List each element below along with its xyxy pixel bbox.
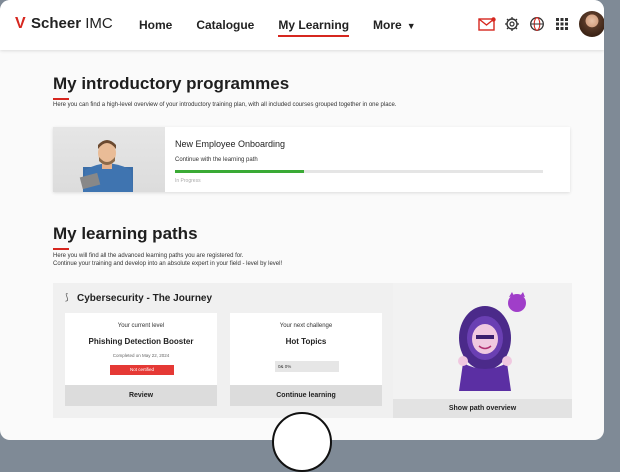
onboarding-image bbox=[53, 127, 165, 192]
next-challenge-panel: Your next challenge Hot Topics 0& 0% Con… bbox=[230, 313, 382, 406]
nav-catalogue[interactable]: Catalogue bbox=[196, 18, 254, 32]
chevron-down-icon: ▼ bbox=[406, 21, 416, 31]
onboarding-progress-bar bbox=[175, 170, 543, 173]
paths-description-1: Here you will find all the advanced lear… bbox=[53, 253, 244, 259]
current-level-completed: Completed on May 22, 2024 bbox=[112, 353, 170, 358]
current-level-heading: Your current level bbox=[117, 323, 165, 329]
paths-section-title: My learning paths bbox=[53, 224, 198, 250]
current-level-name: Phishing Detection Booster bbox=[88, 337, 194, 346]
show-path-overview-button[interactable]: Show path overview bbox=[393, 399, 572, 418]
grid-icon[interactable] bbox=[553, 15, 571, 33]
onboarding-subtitle: Continue with the learning path bbox=[175, 157, 258, 163]
onboarding-title: New Employee Onboarding bbox=[175, 139, 286, 149]
next-challenge-name: Hot Topics bbox=[285, 337, 327, 346]
app-window: V Scheer IMC Home Catalogue My Learning … bbox=[0, 0, 604, 440]
cursor-circle bbox=[272, 412, 332, 472]
path-illustration-panel: Show path overview bbox=[393, 283, 572, 418]
intro-section-title: My introductory programmes bbox=[53, 74, 290, 100]
top-navigation-bar: V Scheer IMC Home Catalogue My Learning … bbox=[0, 0, 604, 50]
review-button[interactable]: Review bbox=[65, 385, 217, 406]
intro-description: Here you can find a high-level overview … bbox=[53, 102, 397, 108]
status-badge: Not certified bbox=[110, 365, 174, 375]
nav-more[interactable]: More ▼ bbox=[373, 18, 416, 32]
mail-icon[interactable] bbox=[478, 15, 496, 33]
nav-more-label: More bbox=[373, 18, 402, 32]
gear-icon[interactable] bbox=[503, 15, 521, 33]
next-challenge-progress: 0& 0% bbox=[275, 361, 339, 372]
onboarding-status: In Progress bbox=[175, 178, 201, 184]
onboarding-progress-fill bbox=[175, 170, 304, 173]
logo[interactable]: V Scheer IMC bbox=[15, 15, 113, 32]
continue-learning-button[interactable]: Continue learning bbox=[230, 385, 382, 406]
hacker-illustration bbox=[458, 292, 526, 391]
onboarding-card[interactable]: New Employee Onboarding Continue with th… bbox=[53, 127, 570, 192]
nav-home[interactable]: Home bbox=[139, 18, 172, 32]
header-icons bbox=[478, 15, 571, 33]
globe-icon[interactable] bbox=[528, 15, 546, 33]
main-nav: Home Catalogue My Learning More ▼ bbox=[139, 18, 440, 37]
nav-my-learning[interactable]: My Learning bbox=[278, 18, 349, 37]
learning-path-title: Cybersecurity - The Journey bbox=[77, 293, 213, 304]
next-challenge-heading: Your next challenge bbox=[279, 323, 333, 329]
logo-text: Scheer IMC bbox=[31, 15, 113, 32]
avatar[interactable] bbox=[579, 11, 604, 37]
paths-description-2: Continue your training and develop into … bbox=[53, 261, 283, 267]
learning-path-card: ⟆ Cybersecurity - The Journey Your curre… bbox=[53, 283, 393, 418]
path-icon: ⟆ bbox=[65, 292, 69, 302]
current-level-panel: Your current level Phishing Detection Bo… bbox=[65, 313, 217, 406]
logo-mark-icon: V bbox=[15, 14, 26, 32]
